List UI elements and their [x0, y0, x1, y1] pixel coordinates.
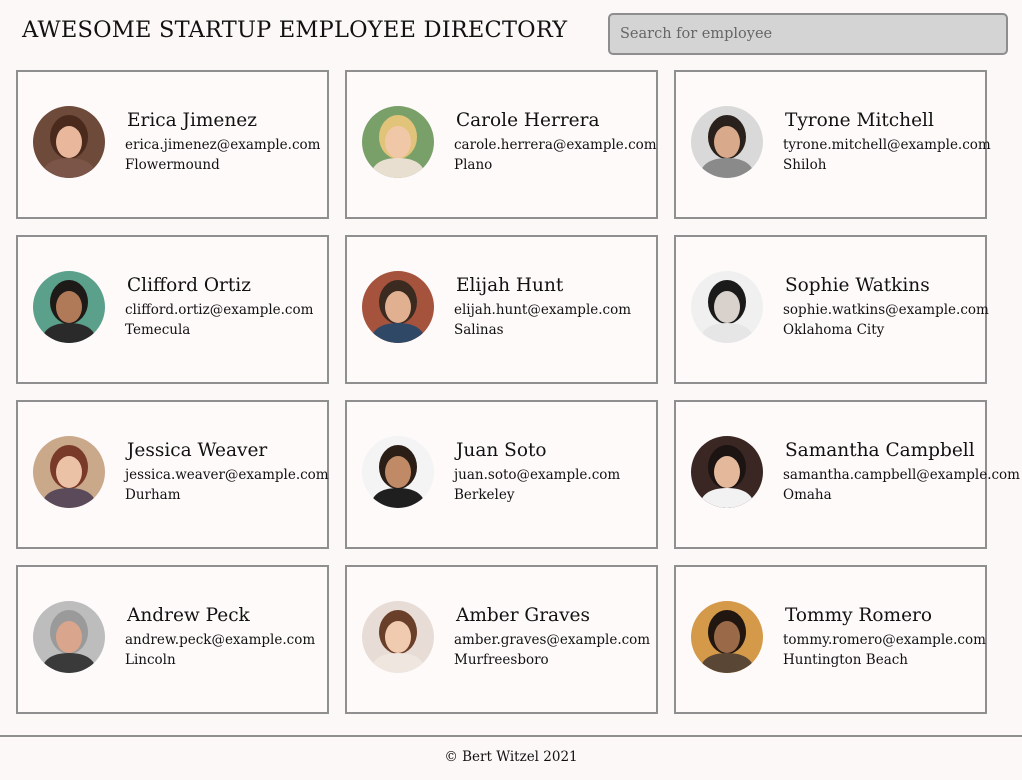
employee-city: Huntington Beach: [783, 652, 908, 668]
employee-card[interactable]: Elijah Hunt elijah.hunt@example.com Salina…: [345, 235, 658, 384]
employee-info: Elijah Hunt elijah.hunt@example.com Salina…: [454, 275, 631, 338]
employee-email: clifford.ortiz@example.com: [125, 302, 314, 318]
employee-email: amber.graves@example.com: [454, 632, 651, 648]
employee-city: Salinas: [454, 322, 504, 338]
employee-card[interactable]: Jessica Weaver jessica.weaver@example.com…: [16, 400, 329, 549]
employee-city: Omaha: [783, 487, 832, 503]
employee-city: Shiloh: [783, 157, 827, 173]
employee-card[interactable]: Clifford Ortiz clifford.ortiz@example.com…: [16, 235, 329, 384]
employee-info: Jessica Weaver jessica.weaver@example.com…: [125, 440, 329, 503]
employee-name: Sophie Watkins: [785, 275, 930, 296]
employee-city: Flowermound: [125, 157, 220, 173]
avatar: [33, 601, 105, 673]
avatar-icon: [362, 601, 434, 673]
employee-city: Plano: [454, 157, 493, 173]
employee-info: Tyrone Mitchell tyrone.mitchell@example.c…: [783, 110, 991, 173]
employee-card[interactable]: Amber Graves amber.graves@example.com Murf…: [345, 565, 658, 714]
avatar: [691, 601, 763, 673]
employee-email: carole.herrera@example.com: [454, 137, 657, 153]
employee-info: Juan Soto juan.soto@example.com Berkeley: [454, 440, 620, 503]
header: AWESOME STARTUP EMPLOYEE DIRECTORY: [0, 0, 1022, 66]
employee-info: Samantha Campbell samantha.campbell@examp…: [783, 440, 1020, 503]
avatar: [33, 106, 105, 178]
avatar-icon: [33, 436, 105, 508]
avatar: [362, 106, 434, 178]
employee-info: Carole Herrera carole.herrera@example.com…: [454, 110, 657, 173]
avatar-icon: [691, 601, 763, 673]
employee-name: Jessica Weaver: [127, 440, 268, 461]
employee-name: Clifford Ortiz: [127, 275, 251, 296]
employee-card[interactable]: Samantha Campbell samantha.campbell@examp…: [674, 400, 1020, 549]
avatar-icon: [691, 436, 763, 508]
avatar: [33, 271, 105, 343]
search-input[interactable]: [608, 13, 1008, 55]
employee-info: Andrew Peck andrew.peck@example.com Lincol…: [125, 605, 315, 668]
employee-city: Berkeley: [454, 487, 515, 503]
employee-city: Lincoln: [125, 652, 176, 668]
employee-name: Erica Jimenez: [127, 110, 257, 131]
page-title: AWESOME STARTUP EMPLOYEE DIRECTORY: [22, 17, 568, 43]
employee-card[interactable]: Andrew Peck andrew.peck@example.com Lincol…: [16, 565, 329, 714]
employee-info: Clifford Ortiz clifford.ortiz@example.com…: [125, 275, 313, 338]
avatar: [33, 436, 105, 508]
footer: © Bert Witzel 2021: [444, 749, 578, 765]
employee-email: andrew.peck@example.com: [125, 632, 316, 648]
employee-email: erica.jimenez@example.com: [125, 137, 321, 153]
employee-name: Tyrone Mitchell: [785, 110, 934, 131]
employee-email: tyrone.mitchell@example.com: [783, 137, 991, 153]
employee-name: Andrew Peck: [127, 605, 250, 626]
employee-info: Amber Graves amber.graves@example.com Murf…: [454, 605, 650, 668]
employee-grid: Erica Jimenez erica.jimenez@example.com Fl…: [16, 70, 1020, 714]
employee-city: Temecula: [125, 322, 191, 338]
avatar-icon: [33, 106, 105, 178]
employee-name: Tommy Romero: [785, 605, 932, 626]
footer-divider: [0, 735, 1022, 737]
avatar-icon: [33, 271, 105, 343]
employee-city: Oklahoma City: [783, 322, 885, 338]
avatar-icon: [691, 106, 763, 178]
avatar: [691, 106, 763, 178]
avatar-icon: [362, 106, 434, 178]
employee-card[interactable]: Sophie Watkins sophie.watkins@example.com…: [674, 235, 989, 384]
employee-card[interactable]: Erica Jimenez erica.jimenez@example.com Fl…: [16, 70, 329, 219]
employee-email: samantha.campbell@example.com: [783, 467, 1020, 483]
avatar: [362, 271, 434, 343]
avatar-icon: [691, 271, 763, 343]
avatar: [362, 436, 434, 508]
employee-email: tommy.romero@example.com: [783, 632, 986, 648]
employee-name: Juan Soto: [456, 440, 547, 461]
employee-email: juan.soto@example.com: [454, 467, 621, 483]
avatar: [691, 271, 763, 343]
avatar-icon: [33, 601, 105, 673]
employee-card[interactable]: Tommy Romero tommy.romero@example.com Hunt…: [674, 565, 987, 714]
avatar: [362, 601, 434, 673]
employee-name: Amber Graves: [456, 605, 590, 626]
employee-name: Carole Herrera: [456, 110, 600, 131]
avatar: [691, 436, 763, 508]
employee-name: Elijah Hunt: [456, 275, 564, 296]
employee-card[interactable]: Carole Herrera carole.herrera@example.com…: [345, 70, 658, 219]
employee-email: jessica.weaver@example.com: [125, 467, 329, 483]
employee-info: Erica Jimenez erica.jimenez@example.com Fl…: [125, 110, 320, 173]
employee-email: elijah.hunt@example.com: [454, 302, 632, 318]
employee-info: Tommy Romero tommy.romero@example.com Hunt…: [783, 605, 986, 668]
avatar-icon: [362, 271, 434, 343]
employee-card[interactable]: Juan Soto juan.soto@example.com Berkeley: [345, 400, 658, 549]
employee-city: Murfreesboro: [454, 652, 549, 668]
employee-card[interactable]: Tyrone Mitchell tyrone.mitchell@example.c…: [674, 70, 991, 219]
employee-name: Samantha Campbell: [785, 440, 975, 461]
employee-email: sophie.watkins@example.com: [783, 302, 989, 318]
avatar-icon: [362, 436, 434, 508]
employee-info: Sophie Watkins sophie.watkins@example.com…: [783, 275, 989, 338]
employee-city: Durham: [125, 487, 181, 503]
